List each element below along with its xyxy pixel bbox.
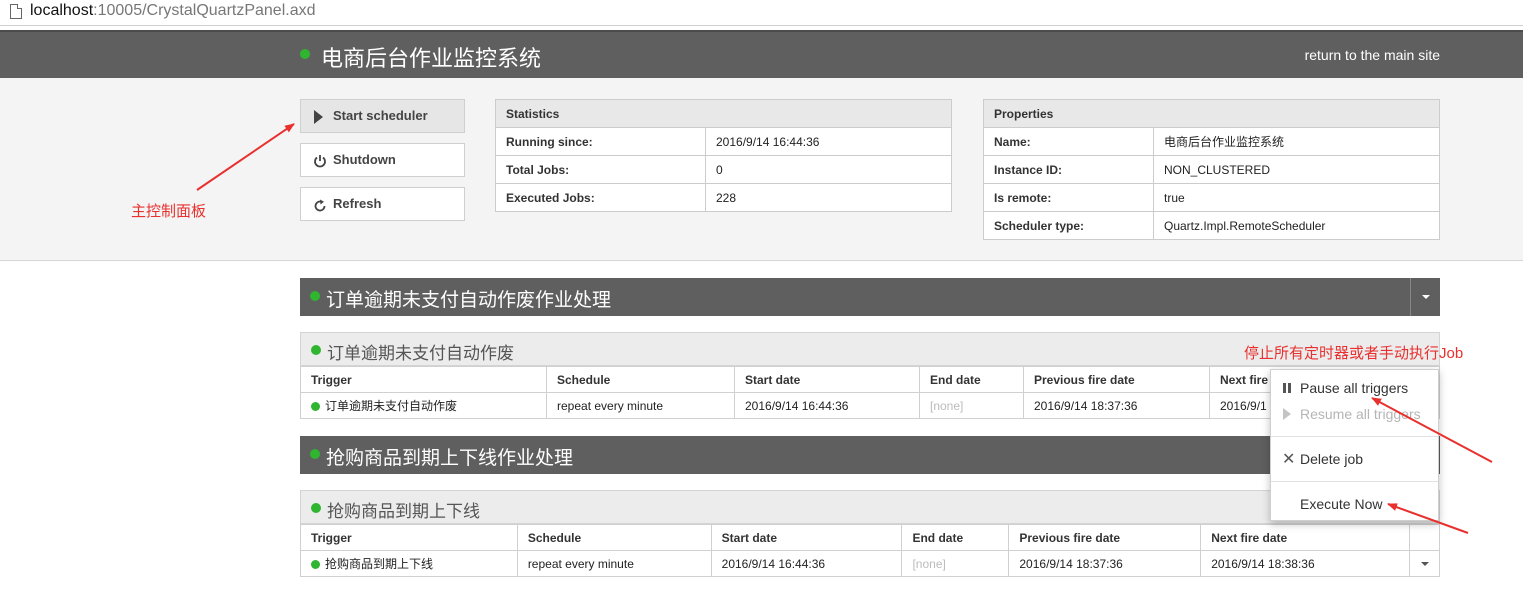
arrow-to-pause-all: [1371, 397, 1493, 463]
annotation-arrows: [196, 123, 1493, 534]
arrow-to-execute-now: [1387, 503, 1469, 534]
arrow-to-start-button: [196, 123, 295, 191]
